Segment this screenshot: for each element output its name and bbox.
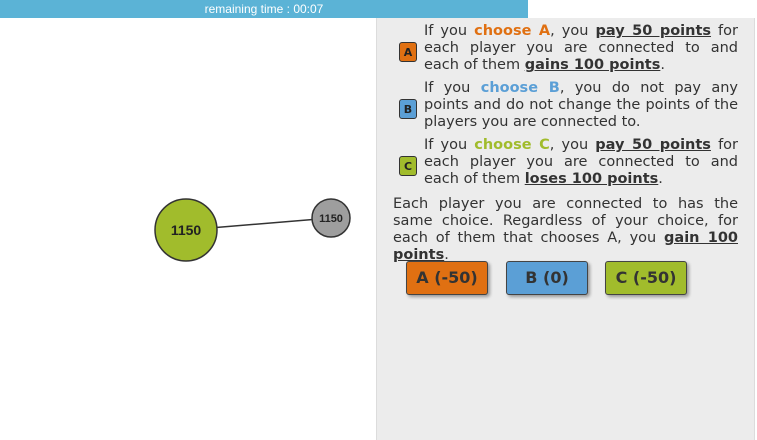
option-b-description: If you choose B, you do not pay any poin… <box>424 80 739 130</box>
choose-a-button[interactable]: A (-50) <box>406 261 488 295</box>
option-a-badge: A <box>399 42 417 62</box>
choose-b-button[interactable]: B (0) <box>506 261 588 295</box>
choose-c-button[interactable]: C (-50) <box>605 261 687 295</box>
option-a-description: If you choose A, you pay 50 points for e… <box>424 23 738 73</box>
neighbor-node-label: 1150 <box>319 213 343 225</box>
network-graph: 1150 1150 <box>154 198 351 262</box>
option-c-description: If you choose C, you pay 50 points for e… <box>424 137 739 187</box>
connection-note: Each player you are connected to has the… <box>393 196 738 263</box>
remaining-time: remaining time : 00:07 <box>204 2 324 16</box>
option-c-badge: C <box>399 156 417 176</box>
option-b-badge: B <box>399 99 417 119</box>
self-node-label: 1150 <box>171 222 202 238</box>
